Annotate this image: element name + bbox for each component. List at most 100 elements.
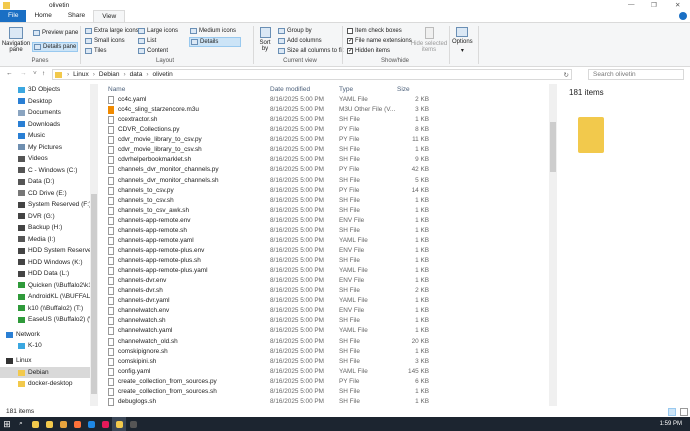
file-row[interactable]: channelwatch.sh 8/16/2025 5:00 PM SH File 1… [105,316,545,326]
file-row[interactable]: config.yaml 8/16/2025 5:00 PM YAML File 145… [105,367,545,377]
nav-item[interactable]: Desktop [0,96,90,107]
nav-item-linux[interactable]: Linux [0,355,90,366]
refresh-icon[interactable]: ↻ [564,71,569,79]
taskbar-app[interactable] [42,417,56,431]
forward-button[interactable]: → [20,70,27,77]
column-size[interactable]: Size [397,86,410,93]
up-button[interactable]: ↑ [42,70,45,77]
file-row[interactable]: channels_to_csv_awk.sh 8/16/2025 5:00 PM S… [105,206,545,216]
file-name-extensions-checkbox[interactable]: ✓ [347,38,353,44]
layout-tiles[interactable]: Tiles [85,48,106,54]
file-list-scrollbar[interactable] [549,84,557,406]
address-bar[interactable]: › Linux › Debian › data › olivetin ↻ [52,69,572,80]
file-row[interactable]: channels-app-remote.sh 8/16/2025 5:00 PM S… [105,226,545,236]
file-row[interactable]: comskipini.sh 8/16/2025 5:00 PM SH File 3 K… [105,357,545,367]
nav-item[interactable]: CD Drive (E:) [0,188,90,199]
file-row[interactable]: channels_dvr_monitor_channels.py 8/16/202… [105,165,545,175]
item-check-boxes-checkbox[interactable] [347,28,353,34]
options-button[interactable]: Options ▾ [452,27,473,54]
file-row[interactable]: ccextractor.sh 8/16/2025 5:00 PM SH File 1 … [105,115,545,125]
file-row[interactable]: channelwatch_old.sh 8/16/2025 5:00 PM SH F… [105,337,545,347]
file-row[interactable]: create_collection_from_sources.sh 8/16/20… [105,387,545,397]
tab-share[interactable]: Share [60,10,93,22]
nav-item[interactable]: My Pictures [0,142,90,153]
nav-item[interactable]: Videos [0,153,90,164]
add-columns-button[interactable]: Add columns [278,38,322,44]
taskbar-app[interactable] [112,417,126,431]
tab-home[interactable]: Home [26,10,59,22]
details-pane-button[interactable]: Details pane [32,42,79,52]
nav-item[interactable]: C - Windows (C:) [0,165,90,176]
file-row[interactable]: cdvr_movie_library_to_csv.sh 8/16/2025 5:… [105,145,545,155]
nav-item[interactable]: k10 (\\Buffalo2) (T:) [0,303,90,314]
file-row[interactable]: cdvrhelperbookmarklet.sh 8/16/2025 5:00 P… [105,155,545,165]
column-date[interactable]: Date modified [270,86,310,93]
column-type[interactable]: Type [339,86,353,93]
taskbar-app[interactable] [56,417,70,431]
file-row[interactable]: CDVR_Collections.py 8/16/2025 5:00 PM PY F… [105,125,545,135]
tab-view[interactable]: View [93,10,126,22]
large-icons-view-button[interactable] [680,408,688,416]
taskbar-app[interactable] [84,417,98,431]
file-row[interactable]: channels-app-remote-plus.sh 8/16/2025 5:0… [105,256,545,266]
file-row[interactable]: channels-dvr.yaml 8/16/2025 5:00 PM YAML F… [105,296,545,306]
file-row[interactable]: cdvr_movie_library_to_csv.py 8/16/2025 5:… [105,135,545,145]
nav-item-network[interactable]: Network [0,329,90,340]
file-row[interactable]: channels_to_csv.py 8/16/2025 5:00 PM PY Fi… [105,186,545,196]
clock[interactable]: 1:59 PM [660,421,682,427]
file-row[interactable]: cc4c_sling_starzencore.m3u 8/16/2025 5:00… [105,105,545,115]
file-row[interactable]: comskipignore.sh 8/16/2025 5:00 PM SH File… [105,347,545,357]
file-name-extensions[interactable]: ✓ File name extensions [347,38,412,44]
breadcrumb-olivetin[interactable]: olivetin [153,71,173,78]
file-row[interactable]: cc4c.yaml 8/16/2025 5:00 PM YAML File 2 KB [105,95,545,105]
column-name[interactable]: Name [108,86,125,93]
nav-item[interactable]: Downloads [0,119,90,130]
help-icon[interactable] [679,12,687,20]
layout-list[interactable]: List [138,38,156,44]
nav-item[interactable]: 3D Objects [0,84,90,95]
nav-item-debian[interactable]: Debian [0,367,90,378]
size-columns-button[interactable]: Size all columns to fit [278,48,343,54]
file-row[interactable]: channelwatch.env 8/16/2025 5:00 PM ENV Fil… [105,306,545,316]
layout-large-icons[interactable]: Large icons [138,28,178,34]
start-button[interactable]: ⊞ [0,417,14,431]
nav-item[interactable]: Music [0,130,90,141]
nav-item[interactable]: AndroidKL (\\BUFFALO2) [0,291,90,302]
item-check-boxes[interactable]: Item check boxes [347,28,402,34]
preview-pane-button[interactable]: Preview pane [33,30,78,36]
nav-item[interactable]: HDD Data (L:) [0,268,90,279]
nav-item[interactable]: DVR (G:) [0,211,90,222]
tab-file[interactable]: File [0,10,27,22]
breadcrumb-debian[interactable]: Debian [99,71,120,78]
recent-dropdown[interactable]: ˅ [33,70,37,77]
file-row[interactable]: channels-dvr.sh 8/16/2025 5:00 PM SH File 2… [105,286,545,296]
nav-item[interactable]: System Reserved (F:) [0,199,90,210]
nav-item[interactable]: Data (D:) [0,176,90,187]
nav-item[interactable]: Quicken (\\Buffalo2\k10) [0,280,90,291]
taskbar-app[interactable] [98,417,112,431]
nav-item[interactable]: HDD Windows (K:) [0,257,90,268]
navigation-pane-button[interactable]: Navigation pane [2,27,30,53]
file-row[interactable]: channels-dvr.env 8/16/2025 5:00 PM ENV Fil… [105,276,545,286]
breadcrumb-data[interactable]: data [130,71,143,78]
search-button[interactable]: ⌕ [14,417,28,431]
sort-by-button[interactable]: Sort by [258,27,272,52]
file-row[interactable]: channels_dvr_monitor_channels.sh 8/16/202… [105,176,545,186]
nav-item[interactable]: Media (I:) [0,234,90,245]
group-by-button[interactable]: Group by [278,28,312,34]
nav-item[interactable]: HDD System Reserved (J:) [0,245,90,256]
breadcrumb-linux[interactable]: Linux [73,71,89,78]
nav-item[interactable]: Documents [0,107,90,118]
layout-small-icons[interactable]: Small icons [85,38,125,44]
search-input[interactable]: Search olivetin [588,69,684,80]
file-row[interactable]: channels-app-remote.env 8/16/2025 5:00 PM… [105,216,545,226]
hidden-items[interactable]: ✓ Hidden items [347,48,390,54]
back-button[interactable]: ← [6,70,13,77]
file-row[interactable]: channels-app-remote.yaml 8/16/2025 5:00 P… [105,236,545,246]
layout-details[interactable]: Details [189,37,241,47]
nav-item-docker-desktop[interactable]: docker-desktop [0,378,90,389]
layout-extra-large-icons[interactable]: Extra large icons [85,28,139,34]
nav-item[interactable]: Backup (H:) [0,222,90,233]
file-row[interactable]: create_collection_from_sources.py 8/16/20… [105,377,545,387]
layout-medium-icons[interactable]: Medium icons [190,28,236,34]
